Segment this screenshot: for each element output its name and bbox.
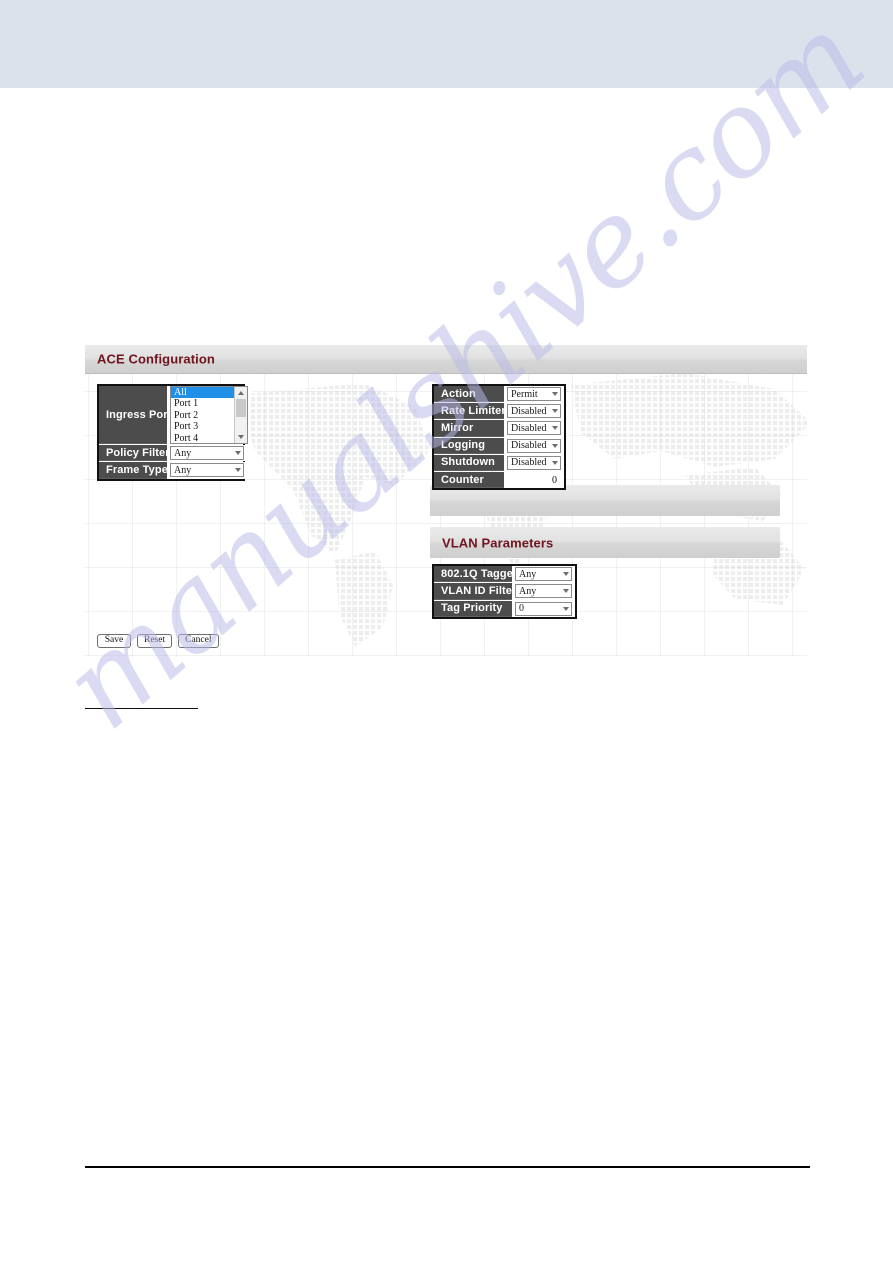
frame-type-selected-value: Any: [174, 464, 192, 476]
section-title-ace-configuration: ACE Configuration: [97, 351, 215, 367]
chevron-down-icon: [563, 589, 569, 594]
chevron-down-icon: [552, 392, 558, 397]
reset-button[interactable]: Reset: [137, 634, 173, 648]
chevron-down-icon: [552, 426, 558, 431]
ace-configuration-screenshot: ACE Configuration Ingress Port All Port …: [85, 345, 807, 657]
table-row-mirror: Mirror Disabled: [434, 420, 564, 438]
section-header-vlan-parameters: VLAN Parameters: [430, 527, 780, 558]
vlan-parameters-table: 802.1Q Tagged Any VLAN ID Filter Any Tag…: [432, 564, 577, 619]
table-row-counter: Counter 0: [434, 471, 564, 489]
table-row-8021q-tagged: 802.1Q Tagged Any: [434, 566, 575, 584]
cell-frame-type-value: Any: [167, 462, 247, 479]
chevron-down-icon: [563, 606, 569, 611]
divider-short: [85, 708, 198, 709]
label-logging: Logging: [434, 437, 504, 454]
chevron-down-icon: [563, 572, 569, 577]
form-button-row: Save Reset Cancel: [97, 634, 219, 648]
chevron-down-icon: [235, 468, 241, 473]
action-parameters-table: Action Permit Rate Limiter Disabled Mirr…: [432, 384, 566, 491]
label-counter: Counter: [434, 471, 504, 489]
scrollbar-thumb[interactable]: [236, 399, 246, 417]
list-item[interactable]: All: [171, 387, 234, 399]
save-button[interactable]: Save: [97, 634, 131, 648]
rate-limiter-select[interactable]: Disabled: [507, 404, 561, 419]
cell-logging-value: Disabled: [504, 437, 564, 454]
label-vlan-id-filter: VLAN ID Filter: [434, 583, 516, 600]
chevron-down-icon: [235, 451, 241, 456]
cell-action-value: Permit: [504, 386, 564, 403]
vlan-id-filter-selected-value: Any: [519, 585, 537, 597]
table-row-shutdown: Shutdown Disabled: [434, 454, 564, 472]
policy-filter-selected-value: Any: [174, 447, 192, 459]
label-action: Action: [434, 386, 504, 403]
table-row-rate-limiter: Rate Limiter Disabled: [434, 403, 564, 421]
table-row-ingress-port: Ingress Port All Port 1 Port 2 Port 3 Po…: [99, 386, 251, 445]
8021q-tagged-selected-value: Any: [519, 568, 537, 580]
table-row-action: Action Permit: [434, 386, 564, 404]
cancel-button[interactable]: Cancel: [178, 634, 219, 648]
cell-tag-priority-value: 0: [512, 600, 575, 617]
table-row-policy-filter: Policy Filter Any: [99, 445, 247, 463]
table-row-logging: Logging Disabled: [434, 437, 564, 455]
8021q-tagged-select[interactable]: Any: [515, 567, 572, 582]
rate-limiter-selected-value: Disabled: [511, 405, 547, 417]
vlan-id-filter-select[interactable]: Any: [515, 584, 572, 599]
cell-ingress-port-value: All Port 1 Port 2 Port 3 Port 4: [167, 386, 251, 444]
cell-shutdown-value: Disabled: [504, 454, 564, 471]
label-tag-priority: Tag Priority: [434, 600, 512, 617]
tag-priority-select[interactable]: 0: [515, 601, 572, 616]
label-policy-filter: Policy Filter: [99, 445, 170, 462]
shutdown-select[interactable]: Disabled: [507, 455, 561, 470]
section-title-vlan-parameters: VLAN Parameters: [442, 535, 554, 550]
label-8021q-tagged: 802.1Q Tagged: [434, 566, 520, 583]
chevron-down-icon: [552, 443, 558, 448]
cell-vlan-id-filter-value: Any: [512, 583, 575, 600]
chevron-down-icon: [552, 409, 558, 414]
section-header-ace-configuration: ACE Configuration: [85, 345, 807, 374]
label-shutdown: Shutdown: [434, 454, 504, 471]
list-item[interactable]: Port 3: [171, 421, 234, 432]
cell-8021q-tagged-value: Any: [512, 566, 575, 583]
action-select[interactable]: Permit: [507, 387, 561, 402]
counter-value: 0: [552, 474, 557, 486]
mirror-selected-value: Disabled: [511, 422, 547, 434]
table-row-frame-type: Frame Type Any: [99, 462, 247, 479]
ingress-port-listbox[interactable]: All Port 1 Port 2 Port 3 Port 4: [170, 386, 248, 444]
mirror-select[interactable]: Disabled: [507, 421, 561, 436]
ingress-parameters-table: Ingress Port All Port 1 Port 2 Port 3 Po…: [97, 384, 251, 481]
listbox-scrollbar[interactable]: [234, 387, 247, 443]
frame-type-select[interactable]: Any: [170, 463, 244, 478]
shutdown-selected-value: Disabled: [511, 457, 547, 469]
label-frame-type: Frame Type: [99, 462, 168, 479]
policy-filter-select[interactable]: Any: [170, 446, 244, 461]
tag-priority-selected-value: 0: [519, 603, 524, 615]
label-mirror: Mirror: [434, 420, 504, 437]
cell-counter-value: 0: [504, 471, 564, 489]
cell-rate-limiter-value: Disabled: [504, 403, 564, 420]
logging-selected-value: Disabled: [511, 440, 547, 452]
list-item[interactable]: Port 1: [171, 398, 234, 409]
cell-policy-filter-value: Any: [167, 445, 247, 462]
cell-mirror-value: Disabled: [504, 420, 564, 437]
list-item[interactable]: Port 2: [171, 410, 234, 421]
chevron-up-icon[interactable]: [237, 391, 244, 395]
label-ingress-port: Ingress Port: [99, 386, 171, 444]
label-rate-limiter: Rate Limiter: [434, 403, 506, 420]
page-top-band: [0, 0, 893, 88]
action-selected-value: Permit: [511, 388, 538, 400]
table-row-vlan-id-filter: VLAN ID Filter Any: [434, 583, 575, 601]
list-item[interactable]: Port 4: [171, 433, 234, 443]
footer-divider: [85, 1166, 810, 1168]
chevron-down-icon: [552, 460, 558, 465]
logging-select[interactable]: Disabled: [507, 438, 561, 453]
table-row-tag-priority: Tag Priority 0: [434, 600, 575, 617]
chevron-down-icon[interactable]: [237, 435, 244, 439]
